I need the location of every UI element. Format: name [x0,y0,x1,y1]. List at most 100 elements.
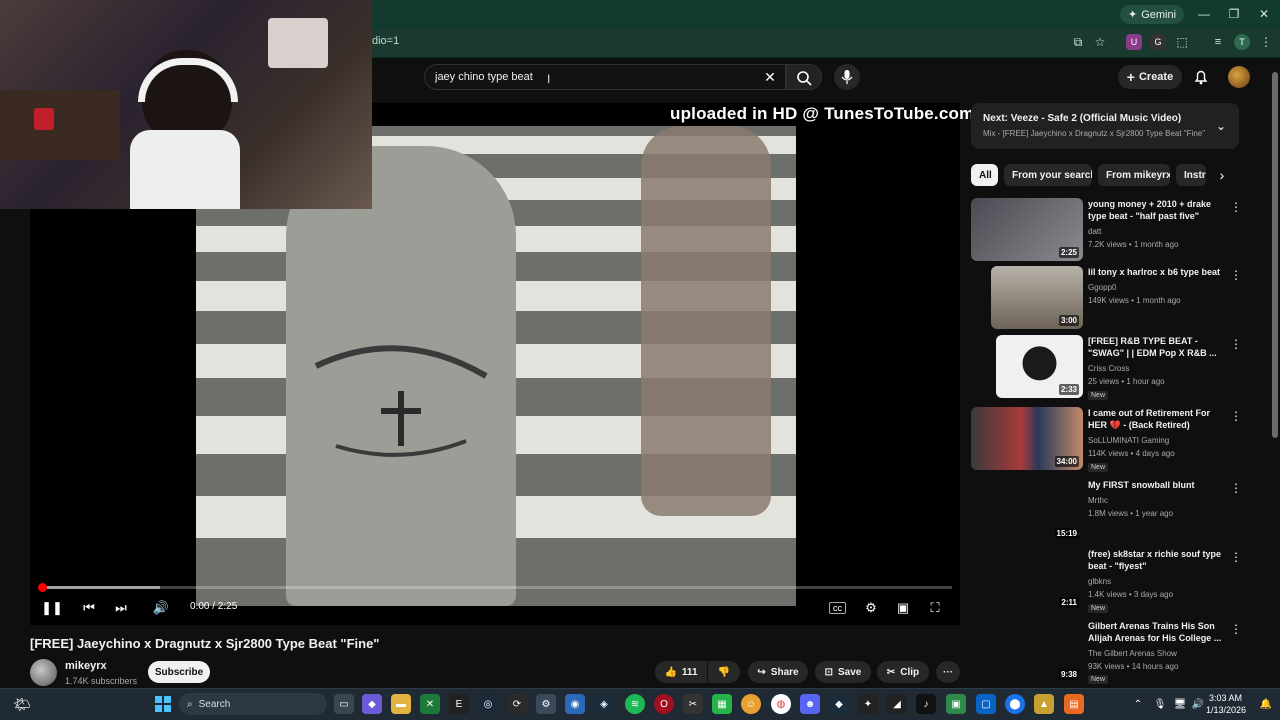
progress-bar[interactable] [42,586,952,589]
app-icon[interactable]: ⟳ [507,694,527,714]
chevron-down-icon[interactable]: ⌄ [1213,118,1229,134]
chip-from-mikeyrx[interactable]: From mikeyrx [1098,164,1170,186]
app-icon[interactable]: ⬤ [1005,694,1025,714]
app-icon[interactable]: ◈ [594,694,614,714]
app-icon[interactable]: ▣ [946,694,966,714]
recommendation-item[interactable]: 2:11 (free) sk8star x richie souf type b… [971,548,1242,616]
speaker-icon[interactable]: 🔊 [1188,694,1208,714]
settings-gear-icon[interactable]: ⚙ [861,598,881,618]
account-avatar[interactable] [1228,66,1250,88]
recommendation-title[interactable]: I came out of Retirement For HER 💔 - (Ba… [1088,407,1223,431]
recommendation-title[interactable]: [FREE] R&B TYPE BEAT - "SWAG" | | EDM Po… [1088,335,1223,359]
app-icon[interactable]: ▤ [1064,694,1084,714]
recommendation-title[interactable]: My FIRST snowball blunt [1088,479,1223,491]
reading-list-icon[interactable]: ≡ [1210,34,1226,50]
tiktok-icon[interactable]: ♪ [916,694,936,714]
install-app-icon[interactable]: ⧉ [1070,34,1086,50]
recommendation-item[interactable]: 2:33 [FREE] R&B TYPE BEAT - "SWAG" | | E… [971,335,1242,403]
more-actions-button[interactable]: ··· [936,661,960,683]
chip-from-your-search[interactable]: From your search [1004,164,1092,186]
bookmark-star-icon[interactable]: ☆ [1092,34,1108,50]
steam-icon[interactable]: ◎ [478,694,498,714]
video-thumbnail[interactable]: 2:11 [971,548,1083,611]
more-vert-icon[interactable]: ⋮ [1230,337,1242,351]
video-thumbnail[interactable]: 9:38 [971,620,1083,683]
next-icon[interactable]: ⏭ [111,598,131,618]
dislike-button[interactable]: 👎 [708,661,740,683]
recommendation-item[interactable]: 15:19 My FIRST snowball blunt Mrthc 1.8M… [971,479,1242,543]
chip-all[interactable]: All [971,164,998,186]
restore-icon[interactable]: ❐ [1226,6,1242,22]
file-explorer-icon[interactable]: ▬ [391,694,411,714]
settings-icon[interactable]: ⚙ [536,694,556,714]
search-input[interactable]: jaey chino type beat [424,64,786,90]
channel-name[interactable]: mikeyrx [65,660,107,672]
app-icon[interactable]: ◆ [829,694,849,714]
app-icon[interactable]: ✦ [858,694,878,714]
more-vert-icon[interactable]: ⋮ [1230,481,1242,495]
recommendation-channel[interactable]: Ggopp0 [1088,283,1116,292]
more-vert-icon[interactable]: ⋮ [1230,550,1242,564]
weather-icon[interactable]: 🌤 [12,694,32,714]
app-icon[interactable]: ▲ [1034,694,1054,714]
recommendation-channel[interactable]: SoLLUMINATI Gaming [1088,436,1169,445]
capcut-icon[interactable]: ✂ [683,694,703,714]
clock-time[interactable]: 3:03 AM [1209,693,1242,703]
up-next-card[interactable] [971,103,1239,149]
clock-date[interactable]: 1/13/2026 [1206,705,1246,715]
recommendation-title[interactable]: Gilbert Arenas Trains His Son Alijah Are… [1088,620,1223,644]
app-icon[interactable]: ☺ [741,694,761,714]
menu-dots-icon[interactable]: ⋮ [1258,34,1274,50]
chevron-right-icon[interactable]: › [1214,167,1230,183]
video-thumbnail[interactable]: 2:25 [971,198,1083,261]
recommendation-item[interactable]: 3:00 lil tony x harlroc x b6 type beat G… [971,266,1242,332]
captions-icon[interactable]: cc [829,602,846,614]
subscribe-button[interactable]: Subscribe [148,661,210,683]
taskbar-search[interactable]: ⌕ Search [179,693,327,715]
extension-icon[interactable]: U [1126,34,1142,50]
search-button[interactable] [786,64,822,90]
scrollbar-thumb[interactable] [1272,72,1278,438]
share-button[interactable]: ↪ Share [748,661,808,683]
recommendation-channel[interactable]: Criss Cross [1088,364,1129,373]
like-button[interactable]: 👍 111 [655,661,707,683]
copilot-icon[interactable]: ◆ [362,694,382,714]
recommendation-title[interactable]: young money + 2010 + drake type beat - "… [1088,198,1223,222]
video-thumbnail[interactable]: 2:33 [996,335,1083,398]
gemini-button[interactable]: ✦ Gemini [1120,5,1185,24]
previous-icon[interactable]: ⏮ [79,598,99,618]
miniplayer-icon[interactable]: ▣ [893,598,913,618]
tray-chevron-up-icon[interactable]: ⌃ [1128,694,1148,714]
minimize-icon[interactable]: — [1196,6,1212,22]
more-vert-icon[interactable]: ⋮ [1230,622,1242,636]
xbox-icon[interactable]: ✕ [420,694,440,714]
chip-instrumental[interactable]: Instr [1176,164,1206,186]
recommendation-item[interactable]: 9:38 Gilbert Arenas Trains His Son Alija… [971,620,1242,686]
recommendation-title[interactable]: (free) sk8star x richie souf type beat -… [1088,548,1223,572]
more-vert-icon[interactable]: ⋮ [1230,409,1242,423]
channel-avatar[interactable] [30,659,57,686]
microphone-tray-icon[interactable]: 🎙 [1150,694,1170,714]
video-thumbnail[interactable]: 34:00 [971,407,1083,470]
app-icon[interactable]: ▢ [976,694,996,714]
profile-icon[interactable]: T [1234,34,1250,50]
progress-scrubber[interactable] [38,583,47,592]
recommendation-channel[interactable]: datt [1088,227,1101,236]
windows-start-icon[interactable] [153,694,173,714]
clip-button[interactable]: ✂ Clip [877,661,929,683]
app-icon[interactable]: ▦ [712,694,732,714]
fullscreen-icon[interactable]: ⛶ [925,598,945,618]
recommendation-item[interactable]: 2:25 young money + 2010 + drake type bea… [971,198,1242,264]
recommendation-item[interactable]: 34:00 I came out of Retirement For HER 💔… [971,407,1242,475]
extension-icon[interactable]: G [1150,34,1166,50]
app-icon[interactable]: ◢ [887,694,907,714]
voice-search-button[interactable] [834,64,860,90]
url-text[interactable]: dio=1 [372,35,399,47]
chrome-icon[interactable]: ◍ [771,694,791,714]
pause-icon[interactable]: ❚❚ [41,598,63,618]
browser-icon[interactable]: ◉ [565,694,585,714]
video-thumbnail[interactable]: 3:00 [991,266,1083,329]
video-thumbnail[interactable]: 15:19 [971,479,1083,542]
recommendation-title[interactable]: lil tony x harlroc x b6 type beat [1088,266,1223,278]
more-vert-icon[interactable]: ⋮ [1230,268,1242,282]
